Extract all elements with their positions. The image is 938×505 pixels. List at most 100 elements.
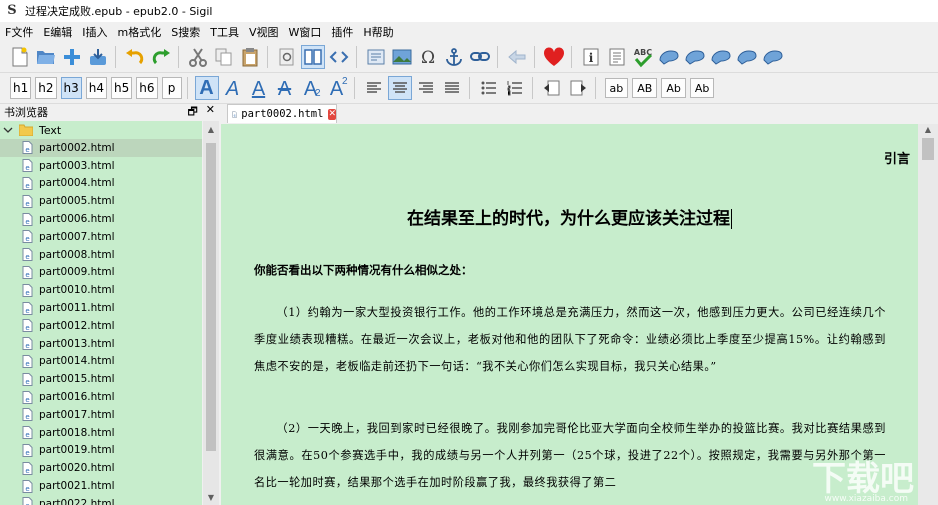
- heading-h3-button[interactable]: h3: [60, 77, 82, 99]
- justify-button[interactable]: [440, 76, 464, 100]
- increase-indent-button[interactable]: [566, 76, 590, 100]
- add-file-button[interactable]: [60, 45, 84, 69]
- strikethrough-button[interactable]: A: [273, 76, 297, 100]
- folder-text[interactable]: Text: [0, 121, 202, 139]
- numbered-list-button[interactable]: [503, 76, 527, 100]
- insert-anchor-button[interactable]: [442, 45, 466, 69]
- preview-button[interactable]: [275, 45, 299, 69]
- window-title: 过程决定成败.epub - epub2.0 - Sigil: [25, 5, 213, 18]
- scissors-icon: [189, 48, 207, 67]
- bullet-list-button[interactable]: [477, 76, 501, 100]
- metadata-button[interactable]: [364, 45, 388, 69]
- file-item[interactable]: e part0016.html: [0, 388, 202, 406]
- heading-h6-button[interactable]: h6: [136, 77, 158, 99]
- menu-tools[interactable]: T工具: [205, 24, 244, 40]
- book-info-button[interactable]: i: [579, 45, 603, 69]
- file-item[interactable]: e part0022.html: [0, 495, 202, 505]
- heading-h4-button[interactable]: h4: [85, 77, 107, 99]
- menu-edit[interactable]: E编辑: [38, 24, 77, 40]
- copy-button[interactable]: [212, 45, 236, 69]
- undo-button[interactable]: [123, 45, 147, 69]
- tab-part0002[interactable]: e part0002.html ✕: [227, 104, 337, 123]
- file-item[interactable]: e part0020.html: [0, 459, 202, 477]
- superscript-button[interactable]: A2: [325, 76, 349, 101]
- menu-help[interactable]: H帮助: [358, 24, 398, 40]
- code-view-button[interactable]: [327, 45, 351, 69]
- menu-format[interactable]: m格式化: [113, 24, 167, 40]
- file-item[interactable]: e part0007.html: [0, 228, 202, 246]
- save-button[interactable]: [86, 45, 110, 69]
- report-button[interactable]: [709, 45, 733, 69]
- align-left-button[interactable]: [362, 76, 386, 100]
- scrollbar-thumb[interactable]: [922, 138, 934, 160]
- scroll-down-icon[interactable]: ▼: [203, 489, 219, 505]
- insert-special-char-button[interactable]: Ω: [416, 45, 440, 69]
- file-item[interactable]: e part0018.html: [0, 424, 202, 442]
- check-well-formed-button[interactable]: [657, 45, 681, 69]
- titlecase-button[interactable]: Ab: [661, 78, 686, 98]
- file-item[interactable]: e part0008.html: [0, 246, 202, 264]
- file-item[interactable]: e part0012.html: [0, 317, 202, 335]
- file-item[interactable]: e part0013.html: [0, 335, 202, 353]
- new-file-button[interactable]: [8, 45, 32, 69]
- question-text: 你能否看出以下两种情况有什么相似之处：: [254, 263, 473, 277]
- validate-button[interactable]: [683, 45, 707, 69]
- book-view-button[interactable]: [301, 45, 325, 69]
- decrease-indent-button[interactable]: [540, 76, 564, 100]
- file-item[interactable]: e part0019.html: [0, 442, 202, 460]
- file-item[interactable]: e part0006.html: [0, 210, 202, 228]
- editor-scrollbar[interactable]: ▲: [918, 124, 938, 505]
- open-file-button[interactable]: [34, 45, 58, 69]
- file-item[interactable]: e part0017.html: [0, 406, 202, 424]
- file-item[interactable]: e part0014.html: [0, 353, 202, 371]
- bold-button[interactable]: A: [194, 76, 219, 100]
- file-item[interactable]: e part0010.html: [0, 281, 202, 299]
- lowercase-button[interactable]: ab: [604, 78, 629, 98]
- italic-button[interactable]: A: [221, 76, 245, 100]
- capitalize-button[interactable]: Ab: [689, 78, 715, 98]
- align-center-button[interactable]: [387, 76, 412, 100]
- close-panel-icon[interactable]: ✕: [206, 103, 215, 122]
- book-view-editor[interactable]: 引言 在结果至上的时代，为什么更应该关注过程 你能否看出以下两种情况有什么相似之…: [221, 124, 918, 505]
- file-item[interactable]: e part0021.html: [0, 477, 202, 495]
- insert-link-button[interactable]: [468, 45, 492, 69]
- insert-image-button[interactable]: [390, 45, 414, 69]
- float-panel-icon[interactable]: 🗗: [187, 103, 197, 122]
- menu-window[interactable]: W窗口: [284, 24, 327, 40]
- file-item[interactable]: e part0011.html: [0, 299, 202, 317]
- menu-insert[interactable]: I插入: [77, 24, 112, 40]
- back-button[interactable]: [505, 45, 529, 69]
- file-item[interactable]: e part0009.html: [0, 264, 202, 282]
- file-item[interactable]: e part0004.html: [0, 175, 202, 193]
- menu-plugins[interactable]: 插件: [326, 24, 358, 40]
- file-item[interactable]: e part0015.html: [0, 370, 202, 388]
- menu-file[interactable]: F文件: [0, 24, 38, 40]
- spellcheck-button[interactable]: ABC: [631, 45, 655, 69]
- plugin-button-2[interactable]: [761, 45, 785, 69]
- uppercase-button[interactable]: AB: [632, 78, 658, 98]
- menu-view[interactable]: V视图: [244, 24, 284, 40]
- redo-button[interactable]: [149, 45, 173, 69]
- plugin-button-1[interactable]: [735, 45, 759, 69]
- file-tree-scrollbar[interactable]: ▲ ▼: [203, 121, 219, 505]
- heading-h2-button[interactable]: h2: [35, 77, 57, 99]
- menu-search[interactable]: S搜索: [166, 24, 205, 40]
- close-tab-icon[interactable]: ✕: [328, 108, 336, 120]
- file-item[interactable]: e part0003.html: [0, 157, 202, 175]
- file-item[interactable]: e part0005.html: [0, 192, 202, 210]
- align-center-icon: [392, 82, 407, 93]
- donate-button[interactable]: [542, 45, 566, 69]
- align-right-button[interactable]: [414, 76, 438, 100]
- scrollbar-thumb[interactable]: [206, 143, 216, 451]
- subscript-button[interactable]: A2: [299, 76, 323, 100]
- cut-button[interactable]: [186, 45, 210, 69]
- heading-h5-button[interactable]: h5: [111, 77, 133, 99]
- file-item[interactable]: e part0002.html: [0, 139, 202, 157]
- underline-button[interactable]: A: [247, 76, 271, 100]
- paste-button[interactable]: [238, 45, 262, 69]
- paragraph-p-button[interactable]: p: [161, 77, 182, 99]
- scroll-up-icon[interactable]: ▲: [203, 121, 219, 137]
- scroll-up-icon[interactable]: ▲: [918, 124, 938, 136]
- toc-button[interactable]: [605, 45, 629, 69]
- heading-h1-button[interactable]: h1: [10, 77, 32, 99]
